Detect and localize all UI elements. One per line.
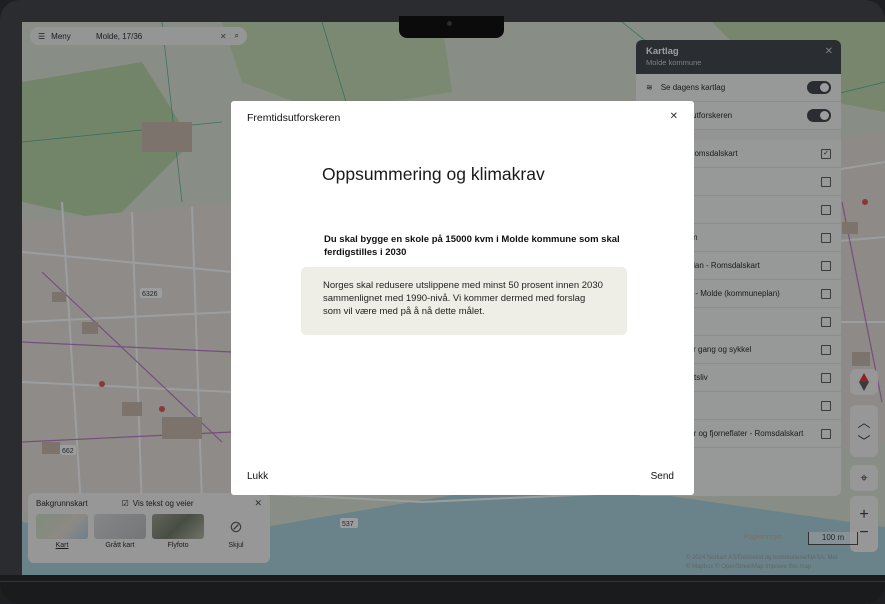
camera-icon <box>447 21 452 26</box>
requirement-text: Du skal bygge en skole på 15000 kvm i Mo… <box>324 234 620 258</box>
screen: 6326 662 537 ☰ Meny Molde, 17/36 ✕ ⌕ Kar… <box>22 22 885 575</box>
close-button[interactable]: Lukk <box>247 471 268 482</box>
dialog-heading: Oppsummering og klimakrav <box>322 164 545 184</box>
send-button[interactable]: Send <box>651 471 674 482</box>
info-box: Norges skal redusere utslippene med mins… <box>301 267 627 335</box>
laptop-base <box>0 575 885 604</box>
divider <box>0 581 885 582</box>
laptop-frame: 6326 662 537 ☰ Meny Molde, 17/36 ✕ ⌕ Kar… <box>0 0 885 604</box>
dialog: Fremtidsutforskeren ✕ Oppsummering og kl… <box>231 101 694 495</box>
camera-notch <box>399 16 504 38</box>
close-icon[interactable]: ✕ <box>670 111 678 122</box>
dialog-title: Fremtidsutforskeren <box>247 112 341 124</box>
